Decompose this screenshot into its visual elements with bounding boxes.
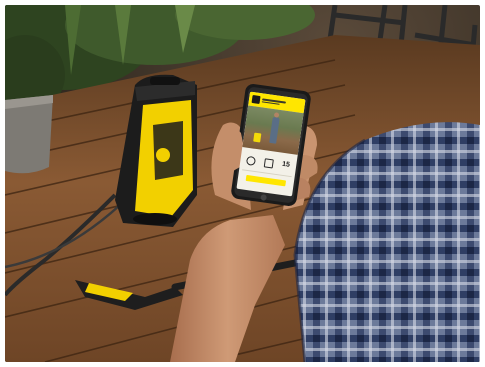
nozzle-icon[interactable] — [263, 157, 275, 168]
plant-pot — [5, 95, 53, 174]
app-photo-person — [269, 116, 280, 144]
photo-frame: 15 — [5, 5, 480, 362]
app-hero-photo — [242, 105, 304, 155]
app-photo-washer — [253, 132, 262, 143]
timer-value: 15 — [281, 160, 291, 169]
app-start-button[interactable] — [245, 174, 287, 187]
washer-icon[interactable] — [246, 155, 257, 166]
app-logo-icon — [251, 94, 261, 105]
